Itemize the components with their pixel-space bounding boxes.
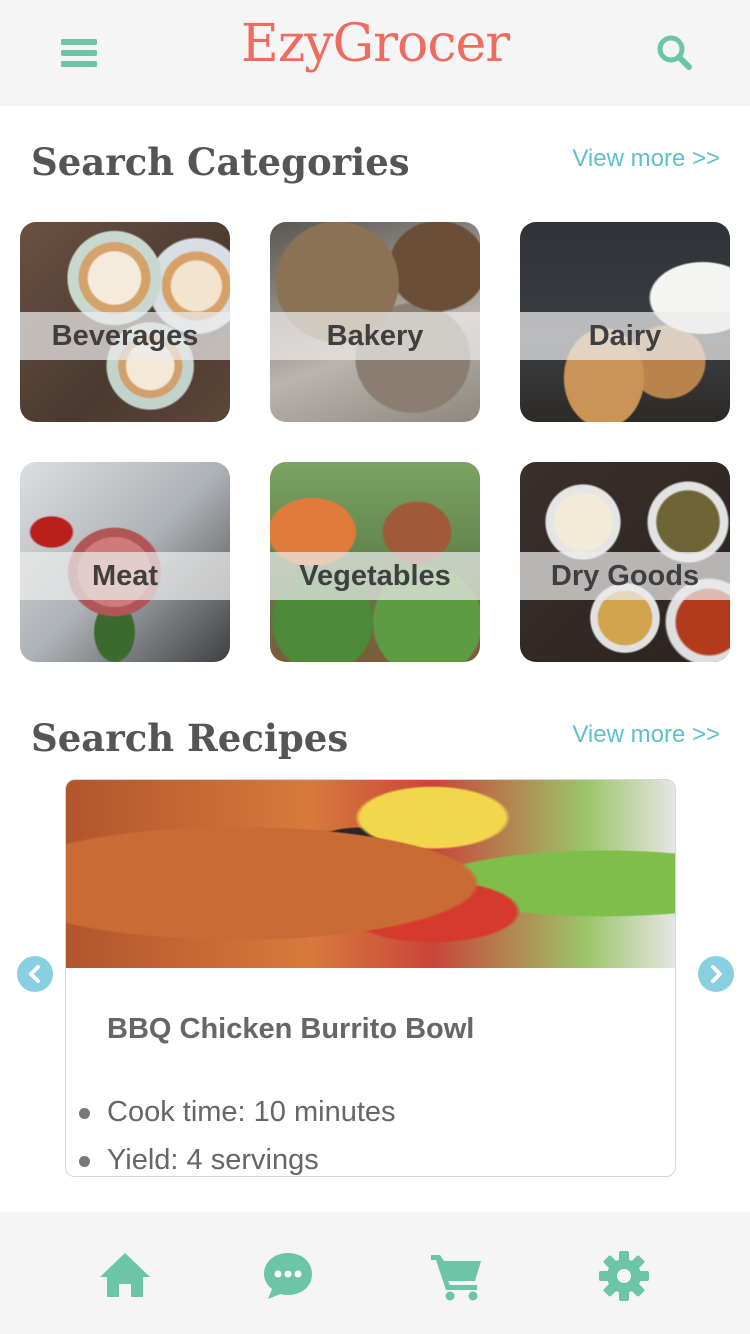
nav-chat-button[interactable] [258, 1246, 318, 1306]
category-tile-meat[interactable]: Meat [20, 462, 230, 662]
chevron-right-icon [711, 965, 722, 983]
bottom-nav [0, 1212, 750, 1334]
category-tile-vegetables[interactable]: Vegetables [270, 462, 480, 662]
category-tile-dry-goods[interactable]: Dry Goods [520, 462, 730, 662]
category-label: Dairy [588, 319, 662, 352]
recipe-cook-time: Cook time: 10 minutes [78, 1094, 396, 1142]
carousel-prev-button[interactable] [17, 956, 53, 992]
home-icon [100, 1253, 150, 1297]
carousel-next-button[interactable] [698, 956, 734, 992]
tile-label-band: Bakery [270, 312, 480, 360]
category-label: Dry Goods [550, 559, 700, 592]
search-button[interactable] [650, 28, 698, 76]
search-icon [657, 35, 692, 70]
settings-gear-icon [599, 1251, 649, 1301]
tile-label-band: Dairy [520, 312, 730, 360]
categories-view-more-link[interactable]: View more >> [572, 145, 720, 173]
app-header: EzyGrocer [0, 0, 750, 106]
category-tile-beverages[interactable]: Beverages [20, 222, 230, 422]
recipes-title: Search Recipes [31, 716, 349, 760]
tile-label-band: Meat [20, 552, 230, 600]
app-title: EzyGrocer [240, 14, 510, 74]
recipe-yield: Yield: 4 servings [78, 1142, 396, 1176]
category-label: Bakery [326, 319, 424, 352]
category-label: Meat [91, 559, 159, 592]
tile-label-band: Dry Goods [520, 552, 730, 600]
nav-home-button[interactable] [95, 1246, 155, 1306]
recipe-card[interactable]: BBQ Chicken Burrito Bowl Cook time: 10 m… [65, 779, 676, 1177]
category-label: Beverages [51, 319, 199, 352]
tile-label-band: Beverages [20, 312, 230, 360]
recipes-view-more-link[interactable]: View more >> [572, 721, 720, 749]
cart-icon [431, 1255, 481, 1301]
categories-title: Search Categories [31, 140, 410, 184]
chevron-left-icon [29, 965, 40, 983]
recipe-name: BBQ Chicken Burrito Bowl [107, 1013, 475, 1045]
category-tile-bakery[interactable]: Bakery [270, 222, 480, 422]
category-tile-dairy[interactable]: Dairy [520, 222, 730, 422]
tile-label-band: Vegetables [270, 552, 480, 600]
category-label: Vegetables [299, 559, 451, 592]
nav-settings-button[interactable] [594, 1246, 654, 1306]
recipe-facts-list: Cook time: 10 minutes Yield: 4 servings [78, 1094, 396, 1176]
nav-cart-button[interactable] [426, 1246, 486, 1306]
chat-icon [264, 1253, 312, 1299]
recipe-image [66, 780, 675, 968]
